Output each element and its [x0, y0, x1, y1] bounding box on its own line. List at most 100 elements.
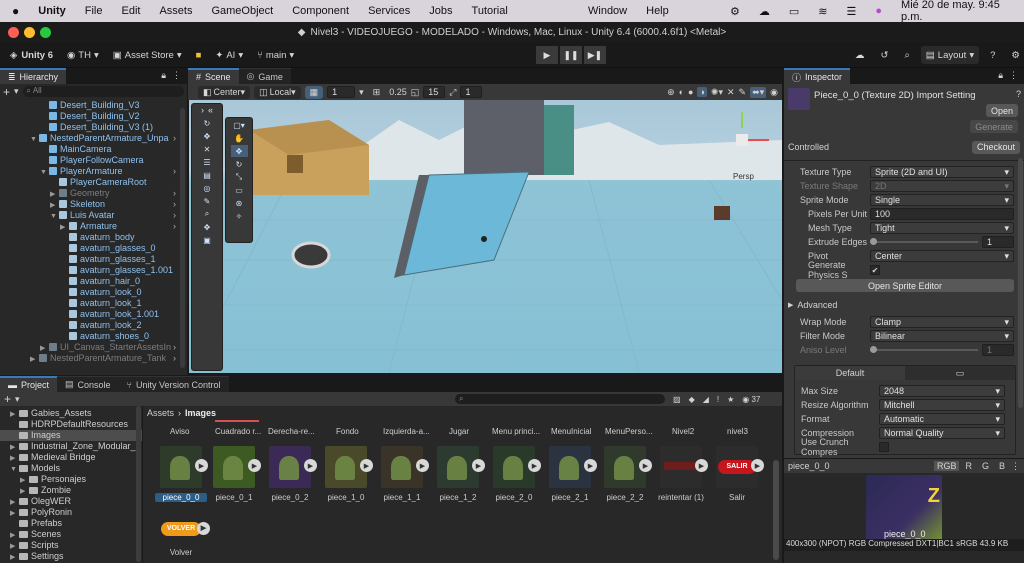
- angle-field[interactable]: 15: [423, 86, 446, 98]
- tab-hierarchy[interactable]: ≣ Hierarchy: [0, 68, 67, 84]
- dropdown[interactable]: Sprite (2D and UI) ▾: [870, 166, 1014, 178]
- settings-icon[interactable]: ⚙: [1006, 46, 1024, 64]
- slider-value-field[interactable]: 1: [982, 236, 1014, 248]
- asset-item[interactable]: ▶ piece_0_1: [208, 446, 261, 502]
- overlay-tool-rotate[interactable]: ◎: [199, 182, 216, 194]
- overlay-tool-stack[interactable]: ▤: [199, 169, 216, 181]
- play-icon[interactable]: ▶: [360, 459, 373, 472]
- project-folder-item[interactable]: ▶ Personajes: [0, 474, 142, 485]
- overlay-tool-move[interactable]: ↻: [199, 117, 216, 129]
- hand-tool-icon[interactable]: ✋: [231, 132, 248, 144]
- menu-file[interactable]: File: [85, 5, 103, 17]
- chevron-right-icon[interactable]: ›: [173, 221, 176, 232]
- asset-item[interactable]: ▶ piece_1_2: [432, 446, 485, 502]
- asset-item[interactable]: ▶ piece_1_1: [376, 446, 429, 502]
- slider-value-field[interactable]: 1: [982, 344, 1014, 356]
- chevron-down-icon[interactable]: ▾: [14, 86, 19, 97]
- asset-item[interactable]: ▶ piece_2_2: [599, 446, 652, 502]
- grid-size-field[interactable]: 1: [327, 86, 356, 98]
- chevron-down-icon[interactable]: ▾: [15, 394, 20, 405]
- hierarchy-item[interactable]: avaturn_glasses_1.001: [0, 265, 180, 276]
- package-icon-button[interactable]: ■: [191, 46, 207, 64]
- checkout-button[interactable]: Checkout: [972, 140, 1020, 154]
- project-folder-item[interactable]: ▶ Settings: [0, 551, 142, 562]
- hierarchy-item[interactable]: PlayerFollowCamera: [0, 155, 180, 166]
- slider-track[interactable]: [870, 346, 978, 353]
- tab-project[interactable]: ▬ Project: [0, 376, 58, 392]
- asset-folder-label[interactable]: Menu princi...: [492, 427, 540, 436]
- cloud-icon[interactable]: ☁: [850, 46, 870, 64]
- tab-standalone-platform[interactable]: ▭: [905, 368, 1015, 379]
- search-icon[interactable]: ⌕: [899, 46, 914, 64]
- dropdown[interactable]: Normal Quality ▾: [879, 427, 1005, 439]
- asset-item[interactable]: ▶ piece_0_0: [155, 446, 208, 502]
- scale-field[interactable]: 1: [460, 86, 483, 98]
- folder-arrow-icon[interactable]: ▼: [10, 464, 19, 475]
- inspector-scrollbar[interactable]: [1018, 158, 1023, 408]
- hierarchy-item[interactable]: avaturn_look_1.001: [0, 309, 180, 320]
- collapse-arrow-icon[interactable]: ▶: [30, 354, 39, 365]
- project-folder-item[interactable]: ▶ Scenes: [0, 529, 142, 540]
- tool-dropdown[interactable]: ▢▾: [231, 119, 248, 131]
- space-local-dropdown[interactable]: ◫ Local ▾: [254, 85, 301, 99]
- menu-component[interactable]: Component: [292, 5, 349, 17]
- slider-handle[interactable]: [870, 238, 877, 245]
- tab-default-platform[interactable]: Default: [795, 366, 905, 380]
- breadcrumb-assets[interactable]: Assets: [147, 408, 174, 418]
- effects-icon[interactable]: ✕: [727, 87, 735, 98]
- pivot-center-dropdown[interactable]: ◧ Center ▾: [198, 85, 251, 99]
- shading-icon[interactable]: ◐: [679, 87, 684, 97]
- more-icon[interactable]: ⋮: [1009, 70, 1018, 81]
- asset-folder-label[interactable]: Aviso: [170, 427, 189, 436]
- lit-sphere-icon[interactable]: ◑: [697, 87, 707, 97]
- menu-clock[interactable]: Mié 20 de may. 9:45 p.m.: [901, 0, 1024, 23]
- help-icon[interactable]: ?: [985, 46, 1000, 64]
- generate-button[interactable]: Generate: [970, 120, 1018, 133]
- play-icon[interactable]: ▶: [248, 459, 261, 472]
- asset-folder-label[interactable]: Jugar: [449, 427, 469, 436]
- chevron-right-icon[interactable]: ›: [173, 188, 176, 199]
- chevron-right-icon[interactable]: ›: [173, 166, 176, 177]
- menu-help[interactable]: Help: [646, 5, 669, 17]
- lock-icon[interactable]: 🔒︎: [998, 70, 1003, 81]
- favorite-icon[interactable]: ★: [727, 395, 734, 404]
- chevron-right-icon[interactable]: ›: [173, 210, 176, 221]
- apple-icon[interactable]: ●: [12, 4, 19, 18]
- warning-icon[interactable]: !: [717, 395, 719, 404]
- chevron-down-icon[interactable]: ▾: [359, 87, 364, 98]
- scale-tool-icon[interactable]: ⤡: [231, 171, 248, 183]
- volver-asset[interactable]: VOLVER ▶ Volver: [155, 518, 210, 557]
- dropdown[interactable]: Mitchell ▾: [879, 399, 1005, 411]
- open-sprite-editor-button[interactable]: Open Sprite Editor: [796, 279, 1014, 292]
- hierarchy-item[interactable]: avaturn_look_2: [0, 320, 180, 331]
- project-folder-item[interactable]: ▶ OlegWER: [0, 496, 142, 507]
- project-folder-item[interactable]: ▶ Zombie: [0, 485, 142, 496]
- grid-toggle[interactable]: ▦: [304, 85, 324, 99]
- scale-snap-icon[interactable]: ⤢: [449, 87, 456, 98]
- asset-folder-label[interactable]: Derecha-re...: [268, 427, 315, 436]
- project-folder-item[interactable]: ▶ Scripts: [0, 540, 142, 551]
- play-icon[interactable]: ▶: [528, 459, 541, 472]
- asset-folder-label[interactable]: MenuInicial: [551, 427, 591, 436]
- chevron-right-icon[interactable]: ›: [173, 342, 176, 353]
- audio-icon[interactable]: ✎: [739, 87, 747, 98]
- collapse-icon[interactable]: ›: [201, 105, 204, 115]
- asset-item[interactable]: ▶ reintentar (1): [655, 446, 708, 502]
- history-icon[interactable]: ↺: [876, 46, 894, 64]
- label-icon[interactable]: ◢: [703, 395, 709, 404]
- slider-track[interactable]: [870, 238, 978, 245]
- project-folder-item[interactable]: HDRPDefaultResources: [0, 419, 142, 430]
- checkbox[interactable]: ✔: [870, 265, 880, 275]
- step-button[interactable]: ▶❚: [584, 46, 606, 64]
- hierarchy-item[interactable]: PlayerCameraRoot: [0, 177, 180, 188]
- asset-item[interactable]: SALIR ▶ Salir: [711, 446, 764, 502]
- asset-item[interactable]: ▶ piece_1_0: [320, 446, 373, 502]
- globe-icon[interactable]: ⊕: [667, 87, 675, 98]
- dropdown[interactable]: Tight ▾: [870, 222, 1014, 234]
- project-folder-item[interactable]: Prefabs: [0, 518, 142, 529]
- asset-folder-label[interactable]: Nivel2: [672, 427, 694, 436]
- layout-dropdown[interactable]: ▤ Layout ▾: [920, 46, 980, 64]
- tab-inspector[interactable]: ⓘ Inspector: [784, 68, 851, 84]
- asset-folder-label[interactable]: Fondo: [336, 427, 359, 436]
- snap-toggle[interactable]: ⊞: [368, 86, 386, 99]
